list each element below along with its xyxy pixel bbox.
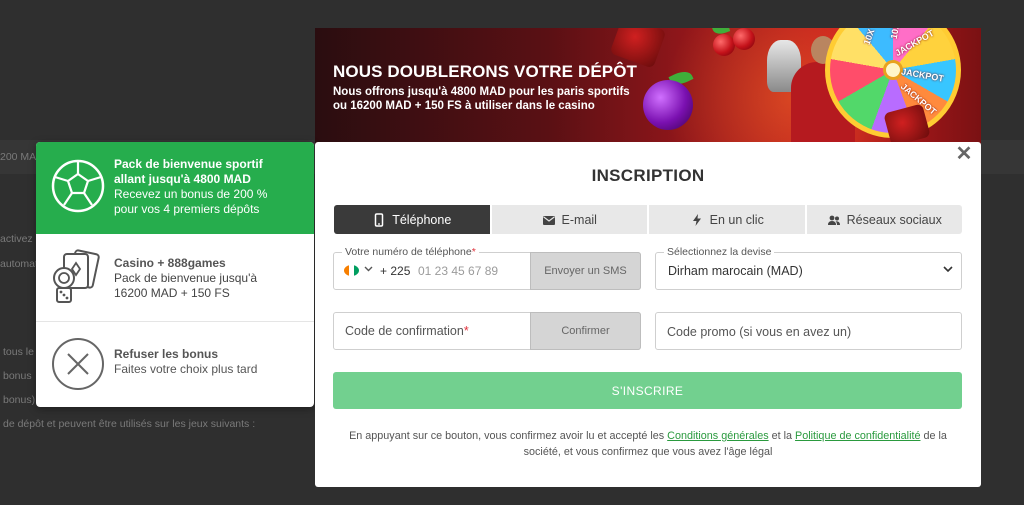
bonus-selection-panel: Pack de bienvenue sportif allant jusqu'à… [36,142,314,407]
phone-field-label: Votre numéro de téléphone* [342,246,479,258]
background-text: activez [0,233,33,245]
phone-input[interactable] [418,261,528,281]
register-button[interactable]: S'INSCRIRE [333,372,962,409]
currency-value: Dirham marocain (MAD) [668,264,803,278]
casino-cards-icon [53,249,100,303]
dial-code: + 225 [380,264,411,278]
bonus-casino-desc: 16200 MAD + 150 FS [114,286,230,300]
tab-phone[interactable]: Téléphone [334,205,492,234]
bonus-option-sport[interactable]: Pack de bienvenue sportif allant jusqu'à… [36,142,314,234]
promo-banner: 10X 10X JACKPOT JACKPOT JACKPOT NOUS DOU… [315,28,981,146]
bonus-option-refuse[interactable]: Refuser les bonus Faites votre choix plu… [36,322,314,407]
phone-number-field: Votre numéro de téléphone* + 225 Envoyer… [333,246,641,290]
plum-icon [643,80,693,130]
bonus-refuse-title: Refuser les bonus [114,347,219,361]
cherry-icon [713,34,735,56]
bonus-casino-title: Casino + 888games [114,256,226,270]
tab-email[interactable]: E-mail [492,205,649,234]
registration-modal: ✕ INSCRIPTION Téléphone E-mail En un cli… [315,142,981,487]
background-text: de dépôt et peuvent être utilisés sur le… [3,418,256,430]
registration-tabs: Téléphone E-mail En un clic Réseaux soci… [334,205,962,234]
background-text: bonus [3,370,32,382]
chevron-down-icon [943,266,953,273]
bonus-sport-title: allant jusqu'à 4800 MAD [114,172,251,186]
currency-select[interactable]: Sélectionnez la devise Dirham marocain (… [655,246,962,290]
tab-label: En un clic [709,212,764,227]
tab-label: Réseaux sociaux [846,212,942,227]
bonus-casino-text: Casino + 888games Pack de bienvenue jusq… [114,256,257,301]
background-text: 200 MA [0,151,37,163]
close-circle-icon [52,338,104,390]
tab-social-networks[interactable]: Réseaux sociaux [807,205,963,234]
soccer-ball-icon [51,159,105,213]
terms-link[interactable]: Conditions générales [667,430,768,442]
background-text: bonus) [3,394,36,406]
confirmation-code-placeholder: Code de confirmation* [345,324,469,338]
legal-notice: En appuyant sur ce bouton, vous confirme… [349,430,947,458]
bonus-sport-text: Pack de bienvenue sportif allant jusqu'à… [114,157,267,217]
promo-code-field [655,312,962,350]
bonus-option-casino[interactable]: Casino + 888games Pack de bienvenue jusq… [36,234,314,322]
send-sms-button[interactable]: Envoyer un SMS [530,252,641,290]
lightning-icon [692,213,701,226]
tab-one-click[interactable]: En un clic [649,205,807,234]
privacy-policy-link[interactable]: Politique de confidentialité [795,430,920,442]
phone-icon [374,212,384,227]
promo-code-input[interactable] [667,322,947,342]
modal-title: INSCRIPTION [591,166,705,185]
bonus-refuse-desc: Faites votre choix plus tard [114,362,258,376]
currency-field-label: Sélectionnez la devise [664,246,775,258]
bonus-refuse-text: Refuser les bonus Faites votre choix plu… [114,347,257,377]
wheel-hub [883,60,903,80]
users-icon [827,215,840,225]
bonus-sport-desc: pour vos 4 premiers dépôts [114,202,260,216]
bonus-casino-desc: Pack de bienvenue jusqu'à [114,271,258,285]
background-text: tous le [3,346,34,358]
banner-title: NOUS DOUBLERONS VOTRE DÉPÔT [333,62,638,81]
background-text: automati [0,258,41,270]
bonus-sport-desc: Recevez un bonus de 200 % [114,187,268,201]
cherry-icon [733,28,755,50]
country-flag-icon[interactable] [344,265,359,276]
bonus-sport-title: Pack de bienvenue sportif [114,157,263,171]
chevron-down-icon[interactable] [364,264,373,275]
confirm-button[interactable]: Confirmer [530,312,641,350]
close-button[interactable]: ✕ [955,144,973,164]
banner-subtitle: Nous offrons jusqu'à 4800 MAD pour les p… [333,86,630,112]
tab-label: Téléphone [392,212,452,227]
envelope-icon [542,215,555,225]
tab-label: E-mail [561,212,597,227]
confirmation-code-field[interactable]: Code de confirmation* Confirmer [333,312,641,350]
